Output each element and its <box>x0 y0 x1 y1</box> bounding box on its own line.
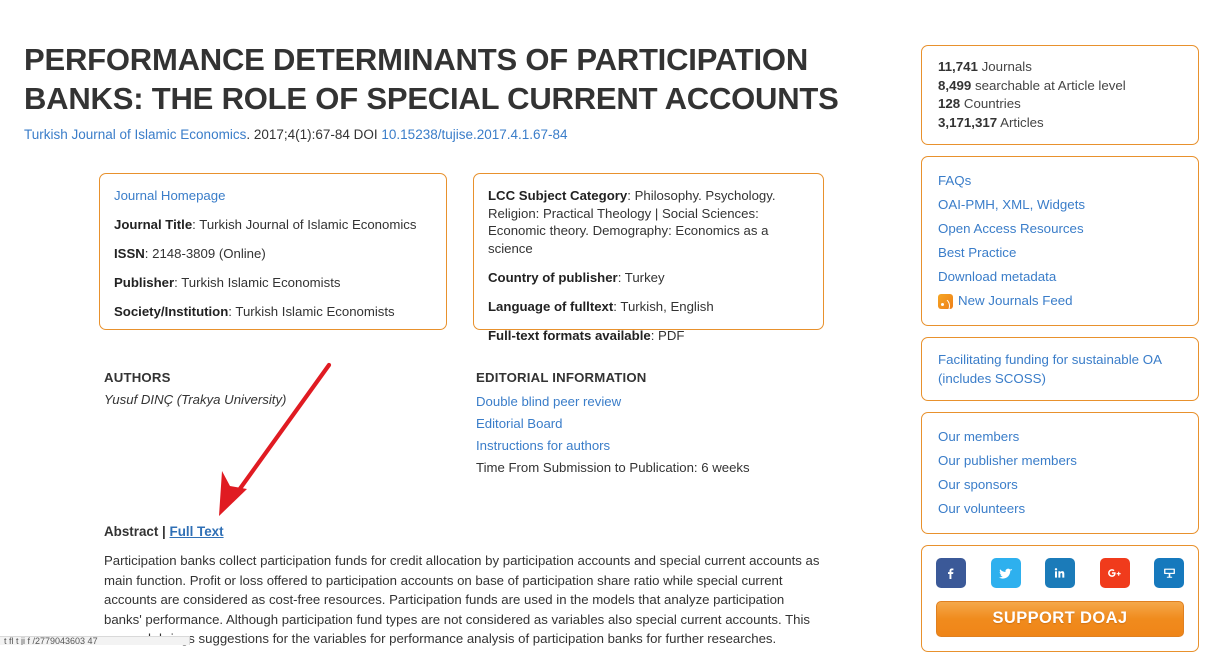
our-sponsors-link[interactable]: Our sponsors <box>938 473 1182 497</box>
resources-box: FAQs OAI-PMH, XML, Widgets Open Access R… <box>921 156 1199 326</box>
author-name: Yusuf DINÇ (Trakya University) <box>104 392 287 407</box>
instructions-for-authors-link[interactable]: Instructions for authors <box>476 438 610 453</box>
editorial-heading: EDITORIAL INFORMATION <box>476 370 647 385</box>
social-icons-row <box>936 558 1184 588</box>
abstract-label: Abstract <box>104 524 159 539</box>
stat-articles-label: Articles <box>997 114 1044 130</box>
stat-articles-number: 3,171,317 <box>938 114 998 130</box>
editorial-board-link[interactable]: Editorial Board <box>476 416 563 431</box>
society-label: Society/Institution <box>114 304 229 319</box>
issn-label: ISSN <box>114 246 145 261</box>
colon: : <box>144 246 153 261</box>
funding-link[interactable]: Facilitating funding for sustainable OA … <box>938 350 1182 388</box>
our-members-link[interactable]: Our members <box>938 425 1182 449</box>
stat-searchable: 8,499 searchable at Article level <box>938 77 1182 96</box>
rss-icon <box>938 293 953 309</box>
submission-time-text: Time From Submission to Publication: 6 w… <box>476 460 750 475</box>
double-blind-peer-review-link[interactable]: Double blind peer review <box>476 394 621 409</box>
citation-volume-text: . 2017;4(1):67-84 DOI <box>246 127 382 142</box>
funding-box: Facilitating funding for sustainable OA … <box>921 337 1199 401</box>
doi-link[interactable]: 10.15238/tujise.2017.4.1.67-84 <box>381 127 567 142</box>
sidebar: 11,741 Journals 8,499 searchable at Arti… <box>921 45 1199 663</box>
issn-value: 2148-3809 (Online) <box>152 246 266 261</box>
abstract-section: Abstract | Full Text Participation banks… <box>104 524 824 649</box>
stat-countries: 128 Countries <box>938 95 1182 114</box>
stat-searchable-number: 8,499 <box>938 77 972 93</box>
citation-line: Turkish Journal of Islamic Economics. 20… <box>24 126 884 144</box>
authors-section: AUTHORS Yusuf DINÇ (Trakya University) <box>104 370 434 409</box>
journal-title-row: Journal Title: Turkish Journal of Islami… <box>114 216 432 233</box>
community-box: Our members Our publisher members Our sp… <box>921 412 1199 534</box>
instructions-row: Instructions for authors <box>476 435 836 457</box>
support-doaj-button[interactable]: SUPPORT DOAJ <box>936 601 1184 637</box>
publisher-value: Turkish Islamic Economists <box>181 275 341 290</box>
journal-info-box: Journal Homepage Journal Title: Turkish … <box>99 173 447 330</box>
new-journals-feed-link[interactable]: New Journals Feed <box>958 289 1073 313</box>
publisher-label: Publisher <box>114 275 175 290</box>
journal-title-label: Journal Title <box>114 217 193 232</box>
journal-title-value: Turkish Journal of Islamic Economics <box>199 217 417 232</box>
country-row: Country of publisher: Turkey <box>488 269 809 286</box>
authors-heading: AUTHORS <box>104 370 171 385</box>
article-header: PERFORMANCE DETERMINANTS OF PARTICIPATIO… <box>24 40 884 148</box>
journal-title-link[interactable]: Turkish Journal of Islamic Economics <box>24 127 246 142</box>
twitter-icon[interactable] <box>990 558 1021 588</box>
colon: : <box>650 328 659 343</box>
editorial-board-row: Editorial Board <box>476 413 836 435</box>
colon: : <box>617 270 625 285</box>
our-publisher-members-link[interactable]: Our publisher members <box>938 449 1182 473</box>
open-access-resources-link[interactable]: Open Access Resources <box>938 217 1182 241</box>
stat-journals-label: Journals <box>977 59 1032 74</box>
abstract-header-row: Abstract | Full Text <box>104 524 824 539</box>
social-box: SUPPORT DOAJ <box>921 545 1199 652</box>
stat-searchable-label: searchable at Article level <box>971 77 1126 93</box>
society-row: Society/Institution: Turkish Islamic Eco… <box>114 303 432 320</box>
google-plus-icon[interactable] <box>1099 558 1130 588</box>
lcc-subject-row: LCC Subject Category: Philosophy. Psycho… <box>488 187 809 257</box>
mendeley-icon[interactable] <box>1154 558 1184 588</box>
subject-info-box: LCC Subject Category: Philosophy. Psycho… <box>473 173 824 343</box>
language-label: Language of fulltext <box>488 299 614 314</box>
formats-row: Full-text formats available: PDF <box>488 327 809 344</box>
country-label: Country of publisher <box>488 270 618 285</box>
publisher-row: Publisher: Turkish Islamic Economists <box>114 274 432 291</box>
lcc-subject-label: LCC Subject Category <box>488 188 628 203</box>
language-row: Language of fulltext: Turkish, English <box>488 298 809 315</box>
stat-articles: 3,171,317 Articles <box>938 114 1182 133</box>
issn-row: ISSN: 2148-3809 (Online) <box>114 245 432 262</box>
statistics-box: 11,741 Journals 8,499 searchable at Arti… <box>921 45 1199 145</box>
stat-journals: 11,741 Journals <box>938 58 1182 77</box>
abstract-body: Participation banks collect participatio… <box>104 553 820 646</box>
oai-pmh-link[interactable]: OAI-PMH, XML, Widgets <box>938 193 1182 217</box>
formats-label: Full-text formats available <box>488 328 651 343</box>
formats-value: PDF <box>658 328 685 343</box>
country-value: Turkey <box>624 270 665 285</box>
peer-review-row: Double blind peer review <box>476 391 836 413</box>
doaj-article-page: PERFORMANCE DETERMINANTS OF PARTICIPATIO… <box>0 0 1212 652</box>
facebook-icon[interactable] <box>936 558 966 588</box>
stat-journals-number: 11,741 <box>938 59 978 74</box>
language-value: Turkish, English <box>620 299 714 314</box>
full-text-link[interactable]: Full Text <box>170 524 224 539</box>
faqs-link[interactable]: FAQs <box>938 169 1182 193</box>
new-journals-feed-row[interactable]: New Journals Feed <box>938 289 1182 313</box>
best-practice-link[interactable]: Best Practice <box>938 241 1182 265</box>
society-value: Turkish Islamic Economists <box>235 304 395 319</box>
page-title: PERFORMANCE DETERMINANTS OF PARTICIPATIO… <box>24 42 839 116</box>
editorial-section: EDITORIAL INFORMATION Double blind peer … <box>476 370 836 479</box>
our-volunteers-link[interactable]: Our volunteers <box>938 497 1182 521</box>
abstract-separator: | <box>158 524 170 539</box>
journal-homepage-row: Journal Homepage <box>114 187 432 204</box>
stat-countries-number: 128 <box>938 96 961 111</box>
stat-countries-label: Countries <box>960 96 1021 111</box>
linkedin-icon[interactable] <box>1045 558 1075 588</box>
journal-homepage-link[interactable]: Journal Homepage <box>114 188 225 203</box>
download-metadata-link[interactable]: Download metadata <box>938 265 1182 289</box>
colon: : <box>627 188 635 203</box>
